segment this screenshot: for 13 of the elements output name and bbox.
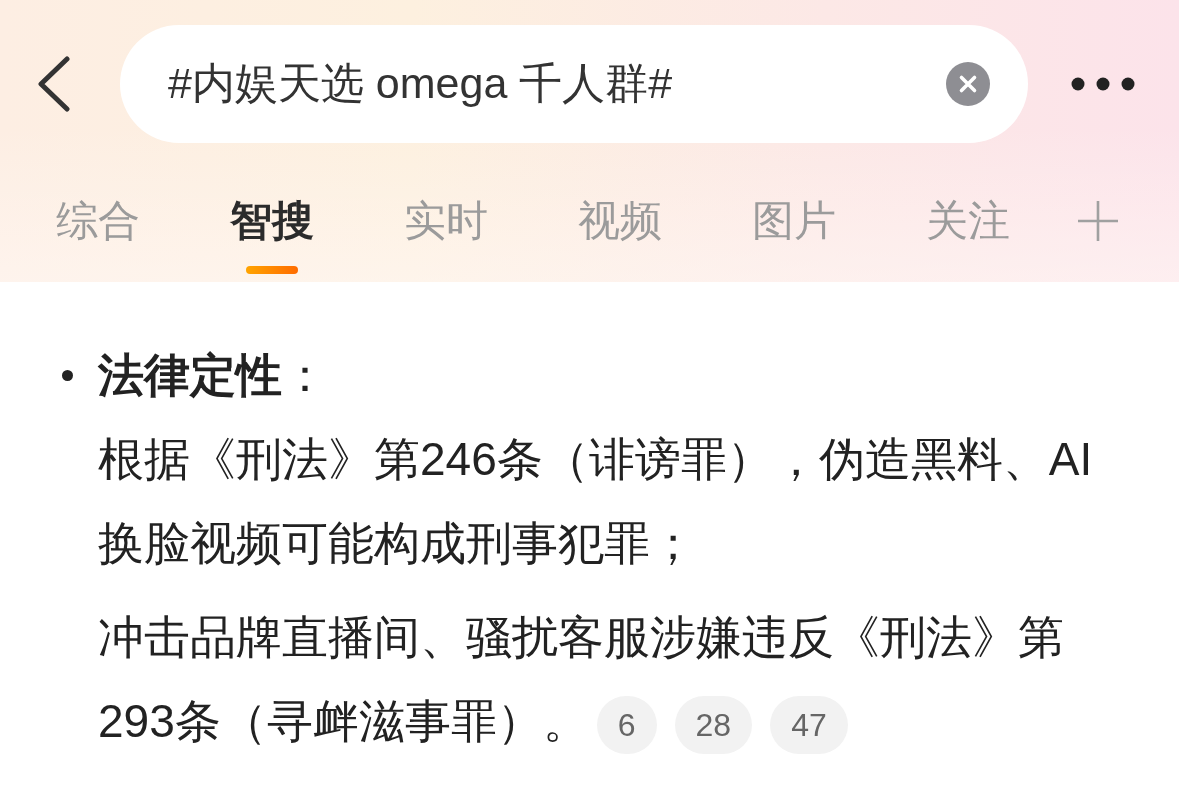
- tab-underline: [246, 266, 298, 274]
- search-field[interactable]: #内娱天选 omega 千人群#: [120, 25, 1028, 143]
- tab[interactable]: 智搜: [185, 193, 359, 274]
- more-icon[interactable]: [1071, 77, 1135, 91]
- back-icon[interactable]: [37, 56, 71, 112]
- paragraph-text: 根据《刑法》第246条（诽谤罪），伪造黑料、AI换脸视频可能构成刑事犯罪；: [98, 432, 1094, 571]
- citation-link[interactable]: 6: [596, 695, 657, 754]
- citation-link[interactable]: 47: [770, 695, 848, 754]
- section-heading: 法律定性：: [98, 348, 328, 403]
- citation-link[interactable]: 28: [674, 695, 753, 754]
- paragraph-text: 冲击品牌直播间、骚扰客服涉嫌违反《刑法》第293条（寻衅滋事罪）。 6 28 47: [98, 595, 1128, 763]
- clear-icon[interactable]: [946, 62, 990, 106]
- bullet-icon: [62, 369, 73, 381]
